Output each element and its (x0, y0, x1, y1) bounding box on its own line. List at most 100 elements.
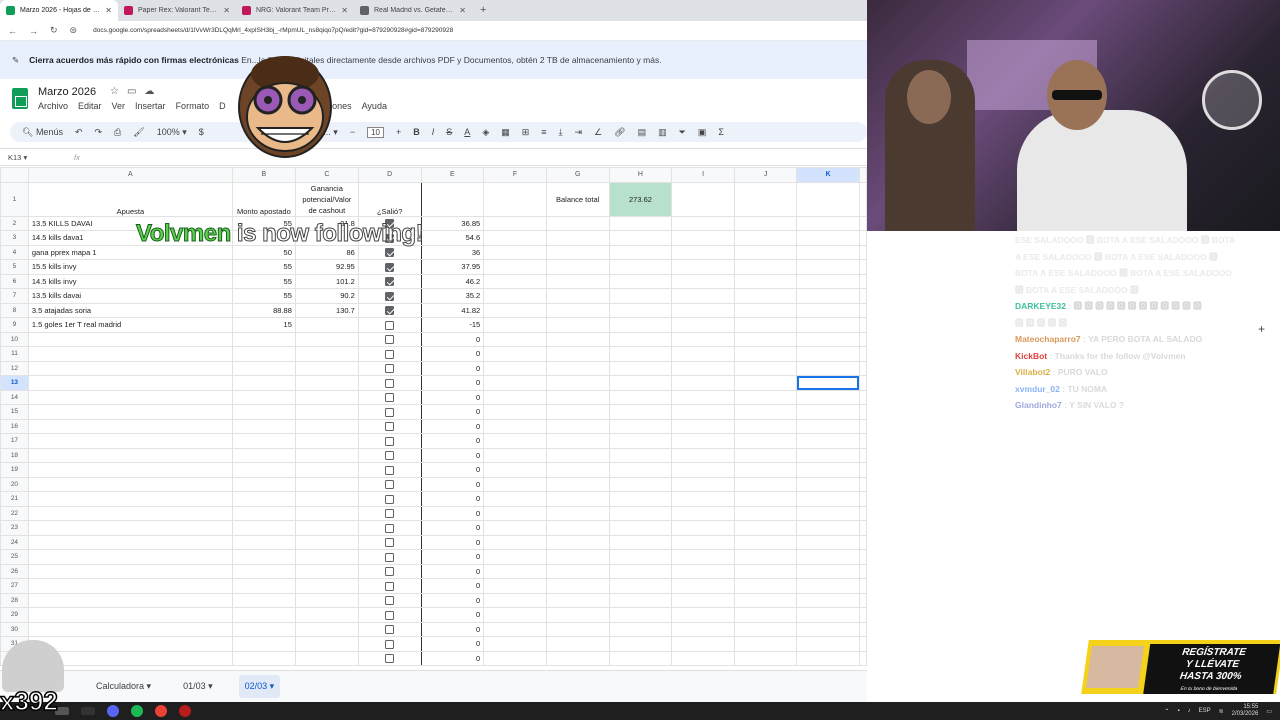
column-header[interactable]: E (420, 167, 485, 183)
checkbox[interactable] (385, 610, 395, 620)
cell[interactable] (483, 520, 547, 536)
add-icon[interactable]: + (1258, 322, 1265, 336)
cell[interactable] (545, 288, 610, 304)
cell[interactable] (796, 491, 860, 507)
cell[interactable] (545, 273, 610, 289)
cell[interactable] (671, 563, 735, 579)
vertical-align-icon[interactable]: ⤓ (559, 127, 563, 138)
cell-monto[interactable] (231, 433, 296, 449)
row-number[interactable]: 24 (0, 534, 29, 550)
cell-monto[interactable] (231, 534, 296, 550)
cell[interactable] (796, 592, 860, 608)
cell[interactable] (733, 505, 798, 521)
cell[interactable] (796, 549, 860, 565)
cell[interactable] (608, 549, 673, 565)
cell[interactable] (608, 650, 673, 666)
cell-ganancia[interactable] (294, 549, 359, 565)
row-number[interactable]: 16 (0, 418, 29, 434)
cell[interactable] (545, 418, 610, 434)
header-monto[interactable]: Monto apostado (231, 181, 296, 217)
cell[interactable] (545, 317, 610, 333)
cell-profit[interactable]: 0 (420, 592, 485, 608)
checkbox[interactable] (385, 335, 395, 344)
font-size-input[interactable]: 10 (367, 126, 384, 138)
cell-ganancia[interactable] (294, 578, 359, 594)
cell-apuesta[interactable] (27, 375, 233, 391)
cell[interactable] (796, 346, 860, 362)
cell[interactable] (545, 462, 610, 478)
cell[interactable] (483, 534, 547, 550)
cell[interactable] (483, 433, 547, 449)
align-icon[interactable]: ≡ (541, 127, 546, 137)
cell[interactable] (733, 607, 798, 623)
checkbox[interactable] (385, 364, 395, 373)
close-tab-icon[interactable]: ✕ (459, 6, 466, 15)
cell[interactable] (733, 520, 798, 536)
row-number[interactable]: 30 (0, 621, 29, 637)
cell-apuesta[interactable] (27, 592, 233, 608)
cell-apuesta[interactable] (27, 433, 233, 449)
cell[interactable] (733, 563, 798, 579)
cell-apuesta[interactable] (27, 621, 233, 637)
cell-profit[interactable]: 0 (420, 491, 485, 507)
browser-tab[interactable]: Real Madrid vs. Getafe CF | Dis... ✕ (354, 0, 472, 21)
cell-ganancia[interactable] (294, 476, 359, 492)
cell[interactable] (545, 607, 610, 623)
cell-salio[interactable] (357, 418, 422, 434)
cell-ganancia[interactable]: 101.2 (294, 273, 359, 289)
cell-apuesta[interactable] (27, 607, 233, 623)
row-number[interactable]: 18 (0, 447, 29, 463)
cell[interactable] (545, 563, 610, 579)
cell-apuesta[interactable] (27, 346, 233, 362)
undo-icon[interactable]: ↶ (75, 127, 83, 138)
row-number[interactable]: 12 (0, 360, 29, 376)
cell[interactable] (545, 389, 610, 405)
row-number[interactable]: 29 (0, 607, 29, 623)
cell-monto[interactable] (231, 607, 296, 623)
cell[interactable] (545, 346, 610, 362)
cell-ganancia[interactable] (294, 592, 359, 608)
cell-monto[interactable] (231, 578, 296, 594)
row-number[interactable]: 10 (0, 331, 29, 347)
print-icon[interactable]: ⎙ (114, 127, 121, 138)
checkbox[interactable] (385, 639, 395, 649)
cell-apuesta[interactable] (27, 534, 233, 550)
cell-ganancia[interactable] (294, 346, 359, 362)
cell[interactable] (671, 636, 735, 652)
cell[interactable] (483, 418, 547, 434)
cell-salio[interactable] (357, 302, 422, 318)
cell[interactable] (671, 215, 735, 231)
cell[interactable] (608, 389, 673, 405)
header-apuesta[interactable]: Apuesta (27, 181, 233, 217)
cell-profit[interactable]: 0 (420, 621, 485, 637)
cell[interactable] (733, 273, 798, 289)
cell[interactable] (733, 650, 798, 666)
cell-monto[interactable] (231, 346, 296, 362)
cell-salio[interactable] (357, 592, 422, 608)
cell[interactable] (733, 476, 798, 492)
cell-salio[interactable] (357, 650, 422, 666)
cell[interactable] (545, 302, 610, 318)
cell[interactable] (608, 273, 673, 289)
menu-item[interactable]: Ver (112, 101, 126, 111)
filter-icon[interactable]: ⏷ (679, 127, 686, 138)
cell-salio[interactable] (357, 476, 422, 492)
row-number[interactable]: 27 (0, 578, 29, 594)
name-box[interactable]: K13 ▾ (0, 153, 64, 162)
column-header[interactable]: J (733, 167, 798, 183)
comment-icon[interactable]: ▤ (638, 127, 647, 138)
cell[interactable] (608, 215, 673, 231)
cell-ganancia[interactable] (294, 375, 359, 391)
chevron-down-icon[interactable]: ▾ (144, 681, 152, 691)
close-tab-icon[interactable]: ✕ (223, 6, 230, 15)
cell-ganancia[interactable] (294, 563, 359, 579)
cell[interactable] (608, 331, 673, 347)
cell[interactable] (796, 505, 860, 521)
cell-monto[interactable] (231, 404, 296, 420)
cell[interactable] (796, 288, 860, 304)
cell-profit[interactable]: 0 (420, 462, 485, 478)
cell-apuesta[interactable] (27, 447, 233, 463)
cell-ganancia[interactable] (294, 404, 359, 420)
row-number[interactable]: 6 (0, 273, 29, 289)
cell-monto[interactable] (231, 491, 296, 507)
